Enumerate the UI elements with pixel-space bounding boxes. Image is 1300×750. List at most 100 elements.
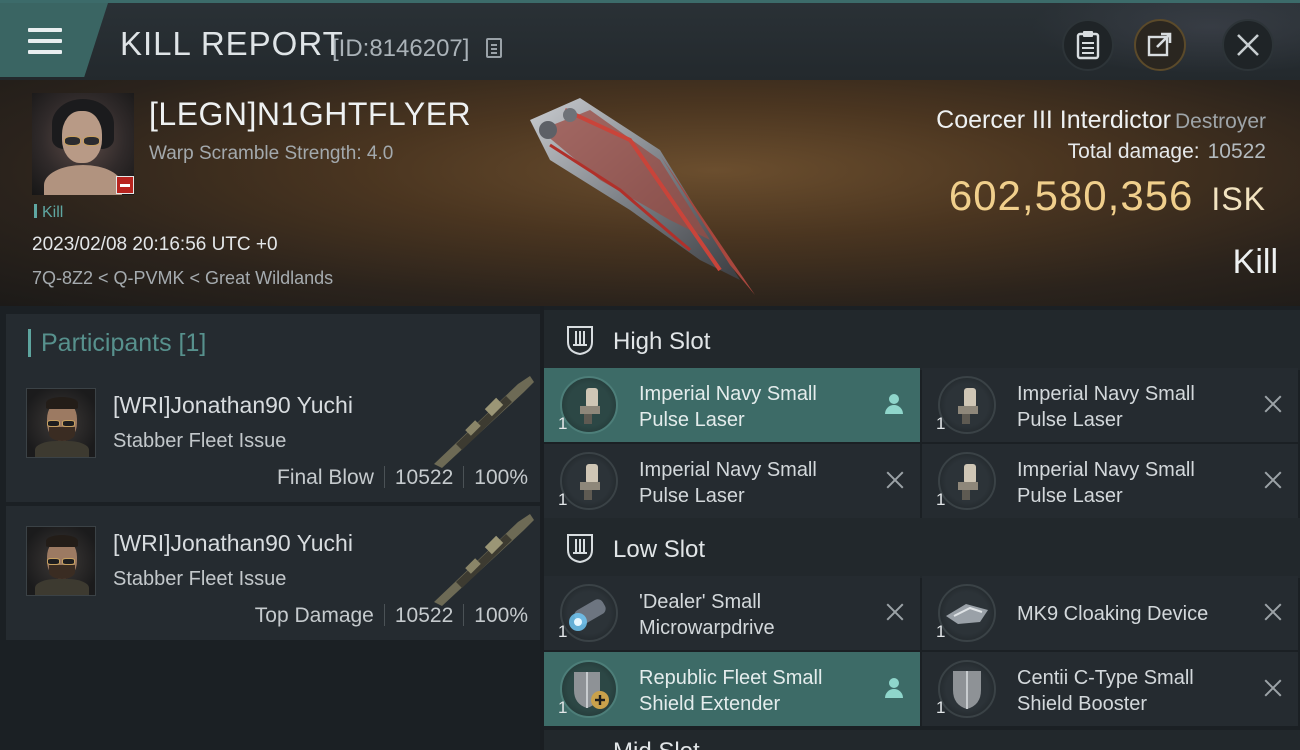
pulse-laser-icon bbox=[560, 452, 618, 510]
isk-value: 602,580,356 ISK bbox=[949, 172, 1266, 220]
low-slot-icon bbox=[567, 534, 593, 564]
warp-scramble-strength: Warp Scramble Strength: 4.0 bbox=[149, 143, 394, 164]
participant-stats: Final Blow 10522 100% bbox=[277, 466, 528, 490]
participant-damage: 10522 bbox=[394, 604, 454, 627]
ship-class: Destroyer bbox=[1174, 110, 1266, 133]
x-icon bbox=[1264, 679, 1282, 697]
module-item[interactable]: 1 MK9 Cloaking Device bbox=[922, 576, 1298, 650]
shield-booster-icon bbox=[938, 660, 996, 718]
x-icon bbox=[886, 603, 904, 621]
kill-timestamp: 2023/02/08 20:16:56 UTC +0 bbox=[32, 234, 278, 255]
module-item[interactable]: 1 Imperial Navy Small Pulse Laser bbox=[922, 444, 1298, 518]
participant-ship: Stabber Fleet Issue bbox=[113, 430, 287, 452]
weapon-icon bbox=[434, 376, 534, 468]
module-name: MK9 Cloaking Device bbox=[1017, 603, 1209, 625]
isk-amount: 602,580,356 bbox=[948, 172, 1194, 219]
module-item[interactable]: 1 Imperial Navy Small Pulse Laser bbox=[544, 444, 920, 518]
module-name: Imperial Navy Small Pulse Laser bbox=[639, 383, 817, 431]
cloaking-device-icon bbox=[938, 584, 996, 642]
module-qty: 1 bbox=[936, 698, 946, 717]
module-item[interactable]: 1 Centii C-Type Small Shield Booster bbox=[922, 652, 1298, 726]
menu-button[interactable] bbox=[0, 3, 108, 77]
module-name: Centii C-Type Small Shield Booster bbox=[1017, 667, 1194, 715]
mid-slot-title: Mid Slot bbox=[613, 738, 700, 750]
x-icon bbox=[1264, 603, 1282, 621]
mid-slot-header[interactable]: Mid Slot bbox=[544, 730, 1300, 750]
low-slot-header[interactable]: Low Slot bbox=[544, 518, 1300, 578]
participant-damage: 10522 bbox=[394, 466, 454, 489]
module-item[interactable]: 1 Republic Fleet Small Shield Extender bbox=[544, 652, 920, 726]
pulse-laser-icon bbox=[938, 376, 996, 434]
module-item[interactable]: 1 'Dealer' Small Microwarpdrive bbox=[544, 576, 920, 650]
microwarpdrive-icon bbox=[560, 584, 618, 642]
participant-name[interactable]: [WRI]Jonathan90 Yuchi bbox=[113, 392, 353, 419]
clipboard-button[interactable] bbox=[1062, 19, 1114, 71]
high-slot-header[interactable]: High Slot bbox=[544, 310, 1300, 370]
participant-row[interactable]: [WRI]Jonathan90 Yuchi Stabber Fleet Issu… bbox=[6, 368, 540, 502]
result-label: Kill bbox=[1232, 243, 1278, 281]
participant-ship: Stabber Fleet Issue bbox=[113, 568, 287, 590]
participants-header[interactable]: Participants [1] bbox=[6, 314, 540, 370]
participant-percent: 100% bbox=[474, 604, 528, 627]
share-button[interactable] bbox=[1134, 19, 1186, 71]
total-damage-value: 10522 bbox=[1207, 140, 1266, 163]
shield-extender-icon bbox=[560, 660, 618, 718]
module-qty: 1 bbox=[558, 622, 568, 641]
x-icon bbox=[1264, 395, 1282, 413]
high-slot-icon bbox=[567, 326, 593, 356]
module-qty: 1 bbox=[558, 490, 568, 509]
participant-percent: 100% bbox=[474, 466, 528, 489]
victim-name[interactable]: [LEGN]N1GHTFLYER bbox=[149, 96, 471, 133]
person-icon bbox=[884, 678, 904, 698]
kill-location[interactable]: 7Q-8Z2 < Q-PVMK < Great Wildlands bbox=[32, 268, 333, 289]
top-bar: KILL REPORT [ID:8146207] bbox=[0, 0, 1300, 83]
isk-unit: ISK bbox=[1211, 181, 1266, 217]
close-button[interactable] bbox=[1222, 19, 1274, 71]
close-icon bbox=[1237, 34, 1259, 56]
ship-render[interactable] bbox=[510, 90, 770, 300]
participant-portrait[interactable] bbox=[26, 388, 96, 458]
x-icon bbox=[1264, 471, 1282, 489]
participant-name[interactable]: [WRI]Jonathan90 Yuchi bbox=[113, 530, 353, 557]
loss-badge-icon bbox=[116, 176, 134, 194]
module-qty: 1 bbox=[558, 698, 568, 717]
weapon-icon bbox=[434, 514, 534, 606]
pulse-laser-icon bbox=[938, 452, 996, 510]
copy-icon[interactable] bbox=[486, 38, 502, 58]
page-title: KILL REPORT bbox=[120, 25, 344, 62]
ship-name[interactable]: Coercer III Interdictor Destroyer bbox=[936, 106, 1266, 135]
victim-summary: [LEGN]N1GHTFLYER Warp Scramble Strength:… bbox=[0, 80, 1300, 306]
module-item[interactable]: 1 Imperial Navy Small Pulse Laser bbox=[922, 368, 1298, 442]
clipboard-icon bbox=[1076, 31, 1100, 60]
kill-tag: Kill bbox=[34, 204, 63, 222]
module-qty: 1 bbox=[558, 414, 568, 433]
participant-role: Final Blow bbox=[277, 466, 374, 489]
person-icon bbox=[884, 394, 904, 414]
module-qty: 1 bbox=[936, 622, 946, 641]
participants-title: Participants [1] bbox=[41, 329, 207, 357]
module-name: Imperial Navy Small Pulse Laser bbox=[639, 459, 817, 507]
share-icon bbox=[1147, 32, 1172, 57]
total-damage-label: Total damage: bbox=[1067, 140, 1200, 163]
report-id: [ID:8146207] bbox=[332, 35, 470, 62]
x-icon bbox=[886, 471, 904, 489]
module-qty: 1 bbox=[936, 414, 946, 433]
fitting-panel: High Slot 1 Imperial Navy Small Pulse La… bbox=[544, 306, 1300, 750]
participants-panel: Participants [1] [WRI]Jonathan90 Yuchi S… bbox=[0, 306, 540, 750]
module-name: Imperial Navy Small Pulse Laser bbox=[1017, 383, 1195, 431]
module-qty: 1 bbox=[936, 490, 946, 509]
module-name: 'Dealer' Small Microwarpdrive bbox=[639, 591, 775, 639]
module-name: Imperial Navy Small Pulse Laser bbox=[1017, 459, 1195, 507]
menu-icon bbox=[28, 28, 62, 54]
high-slot-title: High Slot bbox=[613, 328, 711, 355]
total-damage: Total damage: 10522 bbox=[1068, 140, 1266, 164]
pulse-laser-icon bbox=[560, 376, 618, 434]
participant-portrait[interactable] bbox=[26, 526, 96, 596]
ship-name-text: Coercer III Interdictor bbox=[936, 106, 1171, 134]
low-slot-title: Low Slot bbox=[613, 536, 706, 563]
module-item[interactable]: 1 Imperial Navy Small Pulse Laser bbox=[544, 368, 920, 442]
participant-role: Top Damage bbox=[254, 604, 374, 627]
participant-stats: Top Damage 10522 100% bbox=[255, 604, 528, 628]
participant-row[interactable]: [WRI]Jonathan90 Yuchi Stabber Fleet Issu… bbox=[6, 506, 540, 640]
module-name: Republic Fleet Small Shield Extender bbox=[639, 667, 823, 715]
